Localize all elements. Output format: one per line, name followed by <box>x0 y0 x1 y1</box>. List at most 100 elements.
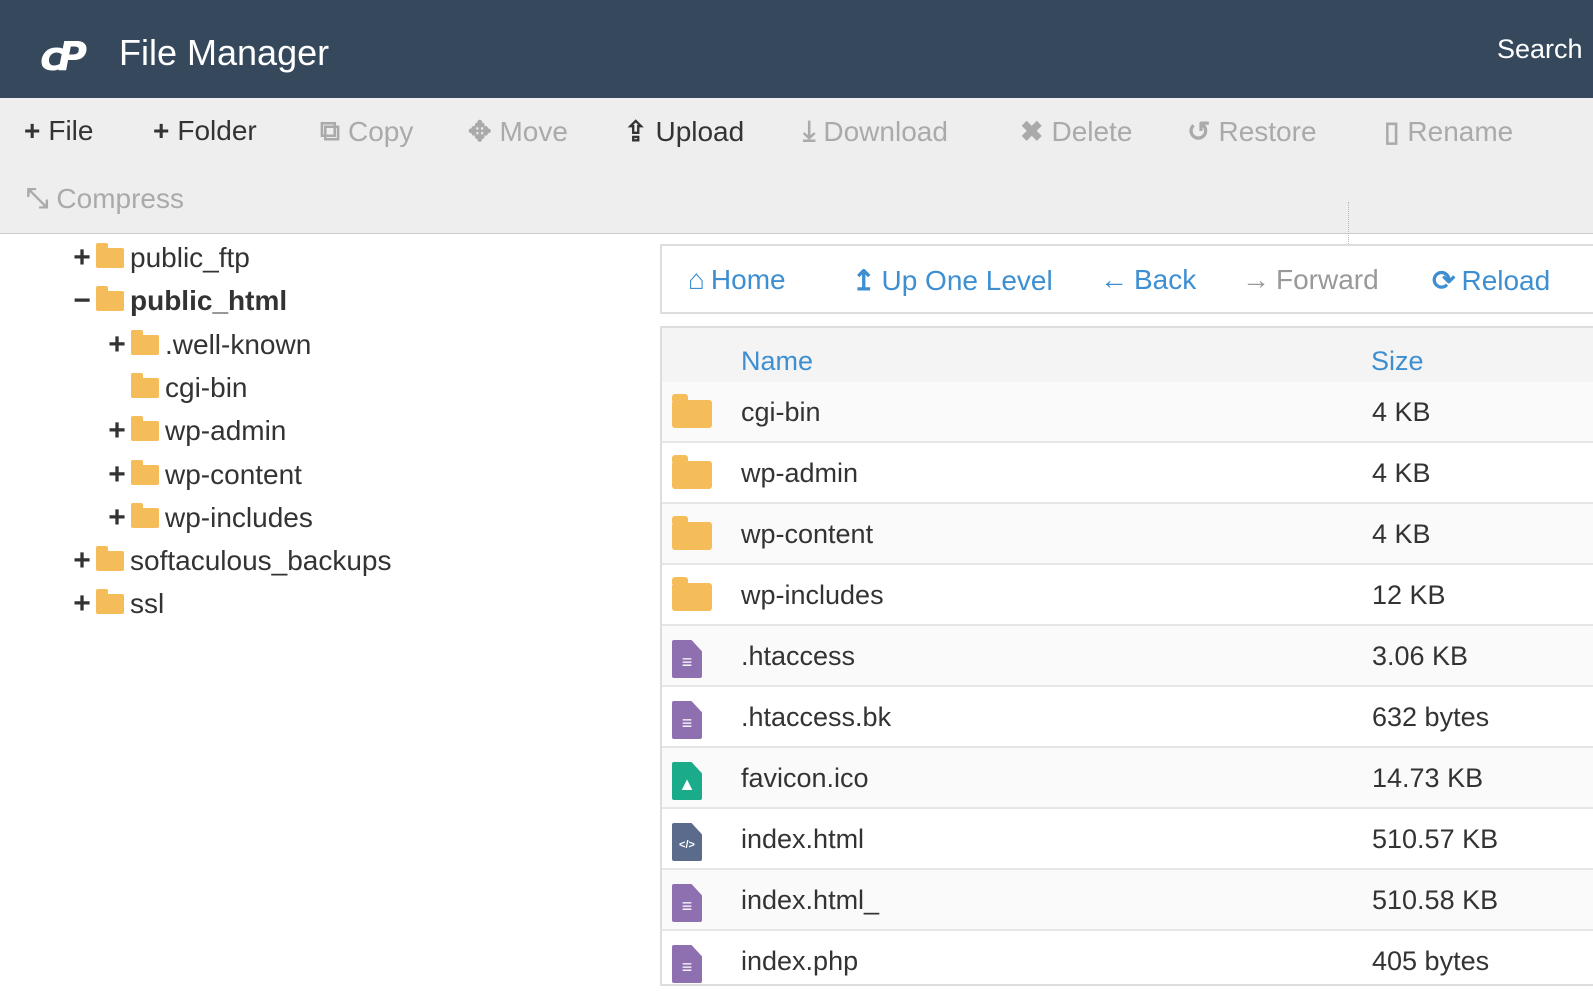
table-row[interactable]: wp-includes 12 KB <box>662 565 1593 626</box>
search-link[interactable]: Search <box>1497 34 1583 65</box>
expand-icon[interactable]: + <box>105 414 129 448</box>
restore-button[interactable]: ↺ Restore <box>1187 115 1317 148</box>
home-button[interactable]: ⌂ Home <box>688 264 786 296</box>
expand-icon[interactable]: + <box>105 501 129 535</box>
button-label: Folder <box>177 115 257 146</box>
file-size: 14.73 KB <box>1372 763 1484 793</box>
text-file-icon: ≡ <box>672 701 702 739</box>
button-label: Delete <box>1051 115 1133 147</box>
button-label: Home <box>710 264 786 295</box>
level-up-icon: ↥ <box>852 265 876 296</box>
file-size: 4 KB <box>1372 519 1431 549</box>
button-label: Upload <box>655 115 745 147</box>
forward-button[interactable]: → Forward <box>1242 264 1379 296</box>
cpanel-logo[interactable]: cP <box>40 34 87 80</box>
collapse-icon[interactable]: − <box>70 284 94 318</box>
file-size: 405 bytes <box>1372 946 1490 976</box>
expand-icon[interactable]: + <box>105 458 129 492</box>
table-row[interactable]: ≡ .htaccess.bk 632 bytes <box>662 687 1593 748</box>
tree-item[interactable]: + ssl <box>70 584 164 624</box>
tree-item-label: ssl <box>130 588 165 620</box>
button-label: Forward <box>1276 264 1379 295</box>
delete-icon: ✖ <box>1020 116 1044 147</box>
tree-item[interactable]: + .well-known <box>105 325 311 365</box>
upload-icon: ⇪ <box>624 116 648 147</box>
tree-item[interactable]: − public_html <box>70 281 287 321</box>
table-row[interactable]: ▲ favicon.ico 14.73 KB <box>662 748 1593 809</box>
button-label: File <box>48 115 94 146</box>
file-size: 4 KB <box>1372 458 1431 488</box>
rename-button[interactable]: ▯ Rename <box>1384 115 1513 148</box>
reload-button[interactable]: ⟳ Reload <box>1432 264 1550 297</box>
app-header: cP File Manager Search <box>0 0 1593 98</box>
table-row[interactable]: ≡ .htaccess 3.06 KB <box>662 626 1593 687</box>
file-name: favicon.ico <box>741 763 869 793</box>
folder-icon <box>96 546 124 572</box>
file-name: cgi-bin <box>741 397 821 427</box>
file-name: wp-includes <box>741 580 884 610</box>
tree-item[interactable]: + wp-content <box>105 455 302 495</box>
column-header-size[interactable]: Size <box>1371 346 1424 377</box>
compress-button[interactable]: ⤡ Compress <box>26 182 184 215</box>
up-one-level-button[interactable]: ↥ Up One Level <box>852 264 1053 297</box>
file-name: index.html_ <box>741 885 880 915</box>
table-row[interactable]: </> index.html 510.57 KB <box>662 809 1593 870</box>
image-file-icon: ▲ <box>672 762 702 800</box>
tree-item[interactable]: + wp-includes <box>105 498 313 538</box>
file-size: 632 bytes <box>1372 702 1490 732</box>
upload-button[interactable]: ⇪ Upload <box>624 115 744 148</box>
text-file-icon: ≡ <box>672 945 702 983</box>
folder-button[interactable]: + Folder <box>153 115 257 147</box>
folder-icon <box>96 589 124 615</box>
folder-icon <box>96 243 124 268</box>
expand-icon[interactable]: + <box>70 544 94 578</box>
tree-item[interactable]: + softaculous_backups <box>70 541 391 581</box>
copy-button[interactable]: ⧉ Copy <box>320 115 413 148</box>
table-row[interactable]: cgi-bin 4 KB <box>662 382 1593 443</box>
expand-icon[interactable]: + <box>70 241 94 275</box>
file-table: Name Size cgi-bin 4 KB wp-admin 4 KB wp-cont… <box>660 326 1593 986</box>
rename-icon: ▯ <box>1384 116 1400 147</box>
tree-item-label: cgi-bin <box>165 371 248 403</box>
expand-icon[interactable]: + <box>70 587 94 621</box>
download-icon: ⤓ <box>803 115 816 146</box>
file-button[interactable]: + File <box>24 115 93 147</box>
button-label: Back <box>1134 264 1197 295</box>
move-button[interactable]: ✥ Move <box>468 115 568 148</box>
copy-icon: ⧉ <box>320 115 340 146</box>
column-header-name[interactable]: Name <box>741 346 813 377</box>
file-size: 12 KB <box>1372 580 1446 610</box>
file-name: index.php <box>741 946 859 976</box>
plus-icon: + <box>153 115 170 146</box>
tree-item-label: .well-known <box>165 328 312 360</box>
button-label: Compress <box>56 182 184 214</box>
button-label: Rename <box>1407 115 1514 147</box>
file-name: .htaccess <box>741 641 856 671</box>
restore-icon: ↺ <box>1187 116 1211 147</box>
plus-icon: + <box>24 115 41 146</box>
navigation-bar: ⌂ Home ↥ Up One Level ← Back → Forward ⟳ Reload <box>660 244 1593 314</box>
button-label: Move <box>499 115 568 147</box>
folder-icon <box>131 459 159 485</box>
download-button[interactable]: ⤓ Download <box>803 115 948 148</box>
back-button[interactable]: ← Back <box>1100 264 1196 296</box>
table-row[interactable]: ≡ index.php 405 bytes <box>662 931 1593 984</box>
expand-icon[interactable]: + <box>105 328 129 362</box>
folder-icon <box>131 416 159 442</box>
folder-icon <box>131 502 159 528</box>
tree-item[interactable]: + wp-admin <box>105 411 286 451</box>
file-size: 510.57 KB <box>1372 824 1499 854</box>
page-title: File Manager <box>119 32 330 73</box>
table-row[interactable]: ≡ index.html_ 510.58 KB <box>662 870 1593 931</box>
text-file-icon: ≡ <box>672 884 702 922</box>
button-label: Reload <box>1461 265 1551 296</box>
tree-item-label: wp-content <box>165 458 302 490</box>
file-size: 3.06 KB <box>1372 641 1469 671</box>
tree-item[interactable]: + public_ftp <box>70 238 250 278</box>
folder-open-icon <box>96 286 124 312</box>
tree-item[interactable]: cgi-bin <box>105 368 247 408</box>
delete-button[interactable]: ✖ Delete <box>1020 115 1132 148</box>
tree-item-label: wp-includes <box>165 501 313 533</box>
table-row[interactable]: wp-admin 4 KB <box>662 443 1593 504</box>
table-row[interactable]: wp-content 4 KB <box>662 504 1593 565</box>
